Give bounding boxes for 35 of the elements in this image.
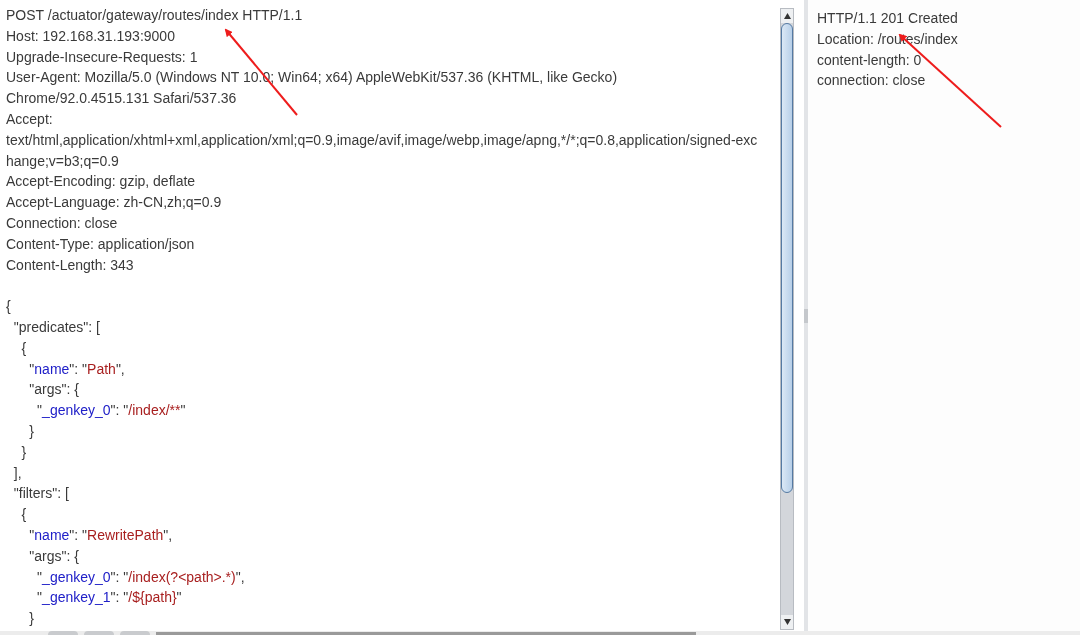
request-header-line: Accept:: [6, 110, 53, 129]
request-header-line: POST /actuator/gateway/routes/index HTTP/1.1: [6, 6, 303, 25]
json-code-line: "name": "Path",: [28, 359, 125, 379]
scroll-thumb[interactable]: [781, 23, 793, 493]
response-header-line: connection: close: [817, 71, 926, 91]
json-code-line: }: [28, 609, 34, 629]
json-code-line: "args": {: [28, 546, 79, 566]
json-code-line: {: [20, 505, 27, 525]
down-arrow-icon: [783, 619, 791, 625]
json-code-line: "_genkey_0": "/index/**": [36, 401, 186, 421]
response-header-line: content-length: 0: [817, 50, 922, 70]
json-code-line: {: [6, 297, 11, 317]
json-code-line: "args": {: [28, 380, 79, 400]
response-header-line: HTTP/1.1 201 Created: [817, 9, 958, 28]
request-header-line: Content-Length: 343: [6, 255, 134, 275]
request-header-line: text/html,application/xhtml+xml,application/xml;q=0.9,image/avif,image/webp,image/apng,*/*;q=0.8,application/signed-exc: [6, 130, 758, 150]
json-code-line: }: [28, 421, 34, 441]
request-header-line: Connection: close: [6, 213, 118, 233]
json-code-line: "_genkey_0": "/index(?<path>.*)",: [36, 567, 245, 587]
request-header-line: Content-Type: application/json: [6, 234, 195, 254]
json-code-line: "predicates": [: [12, 317, 100, 337]
request-header-line: Host: 192.168.31.193:9000: [6, 26, 175, 46]
json-code-line: ],: [12, 463, 22, 483]
json-code-line: }: [20, 442, 27, 462]
request-header-line: Accept-Encoding: gzip, deflate: [6, 172, 196, 192]
request-header-line: Upgrade-Insecure-Requests: 1: [6, 47, 198, 67]
request-header-line: hange;v=b3;q=0.9: [6, 151, 119, 171]
request-header-line: Accept-Language: zh-CN,zh;q=0.9: [6, 193, 222, 213]
json-code-line: {: [20, 338, 27, 358]
json-code-line: "_genkey_1": "/${path}": [36, 588, 182, 608]
request-header-line: Chrome/92.0.4515.131 Safari/537.36: [6, 89, 237, 109]
scrollbar[interactable]: [780, 8, 794, 630]
json-code-line: "name": "RewritePath",: [28, 525, 173, 545]
json-code-line: "filters": [: [12, 484, 69, 504]
up-arrow-icon: [783, 13, 791, 19]
